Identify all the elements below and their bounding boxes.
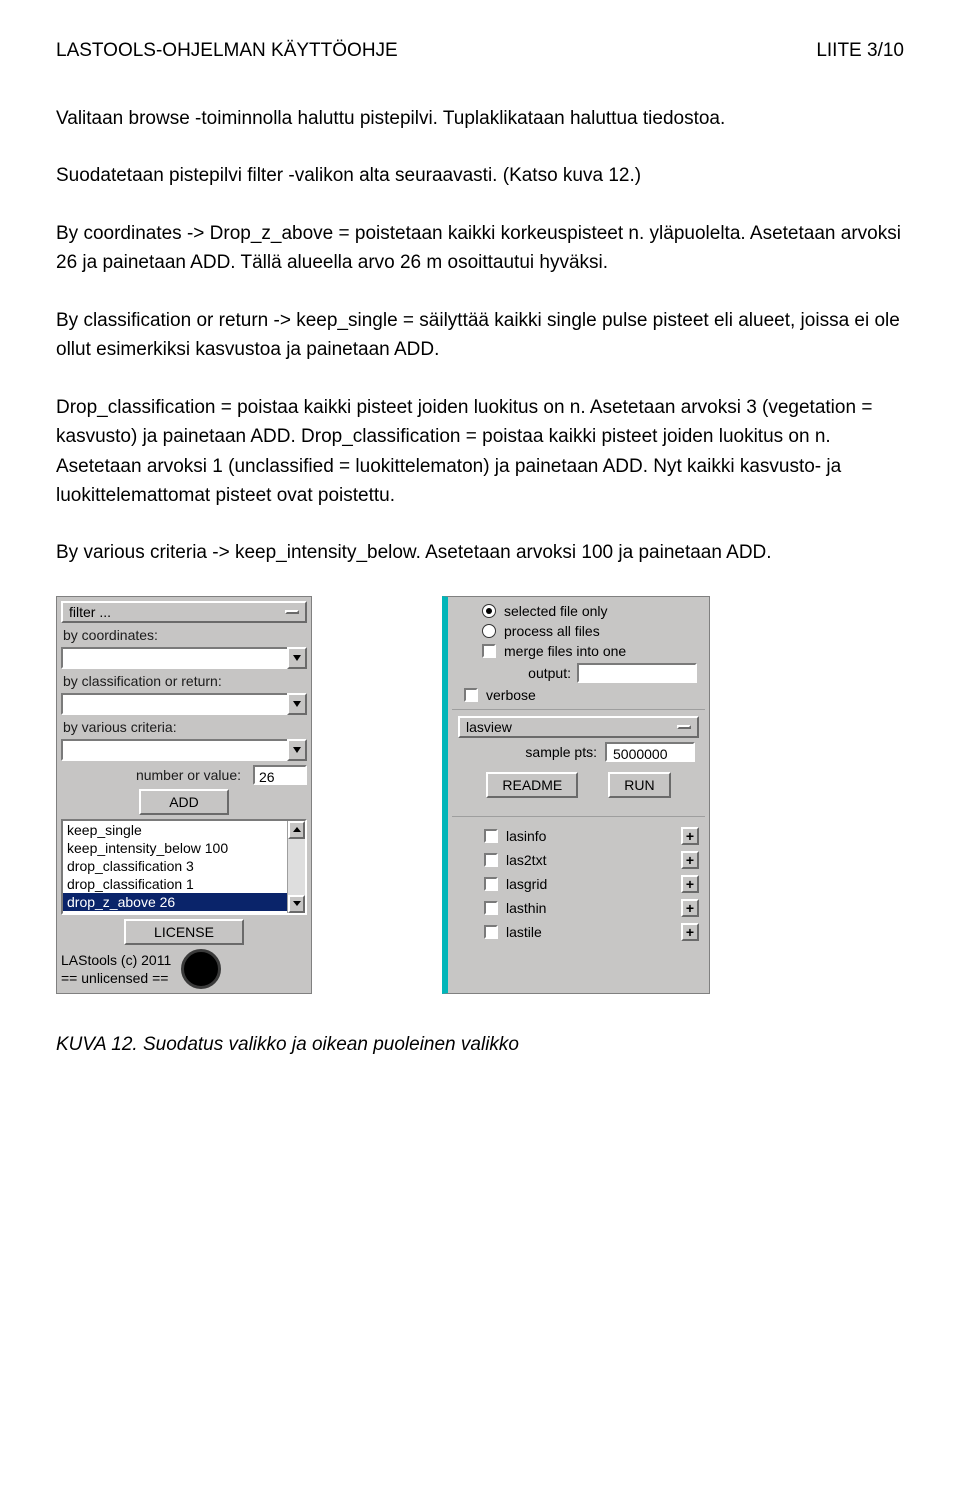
divider — [452, 709, 705, 710]
radio-process-all-label: process all files — [504, 623, 600, 639]
check-verbose[interactable]: verbose — [452, 687, 705, 703]
by-coordinates-label: by coordinates: — [61, 627, 307, 643]
tool-item-las2txt[interactable]: las2txt + — [484, 851, 699, 869]
tool-item-lasgrid[interactable]: lasgrid + — [484, 875, 699, 893]
checkbox-icon — [484, 853, 498, 867]
license-line-1: LAStools (c) 2011 — [61, 951, 171, 969]
list-item[interactable]: keep_single — [63, 821, 287, 839]
check-verbose-label: verbose — [486, 687, 536, 703]
checkbox-icon — [484, 901, 498, 915]
chevron-down-icon — [287, 739, 307, 761]
filter-listbox[interactable]: keep_single keep_intensity_below 100 dro… — [61, 819, 307, 915]
list-item[interactable]: drop_classification 3 — [63, 857, 287, 875]
number-or-value-label: number or value: — [61, 767, 247, 783]
output-input[interactable] — [577, 663, 697, 683]
radio-icon — [482, 604, 496, 618]
tool-header-label: lasview — [466, 719, 512, 735]
divider — [452, 816, 705, 817]
filter-header-label: filter ... — [69, 604, 111, 620]
tool-item-label: lastile — [506, 924, 673, 940]
by-coordinates-dropdown[interactable] — [61, 647, 307, 669]
tool-item-lasthin[interactable]: lasthin + — [484, 899, 699, 917]
check-merge-label: merge files into one — [504, 643, 626, 659]
bmw-logo-icon — [181, 949, 221, 989]
list-item-selected[interactable]: drop_z_above 26 — [63, 893, 287, 911]
paragraph-5: Drop_classification = poistaa kaikki pis… — [56, 393, 904, 511]
run-button[interactable]: RUN — [608, 772, 670, 798]
paragraph-1: Valitaan browse -toiminnolla haluttu pis… — [56, 104, 904, 133]
tool-list: lasinfo + las2txt + lasgrid + lasthin + — [452, 823, 705, 941]
output-label: output: — [528, 665, 571, 681]
license-info: LAStools (c) 2011 == unlicensed == — [61, 949, 307, 989]
scroll-down-icon[interactable] — [288, 895, 305, 913]
by-various-label: by various criteria: — [61, 719, 307, 735]
list-item[interactable]: keep_intensity_below 100 — [63, 839, 287, 857]
by-classification-value — [61, 693, 287, 715]
radio-icon — [482, 624, 496, 638]
collapse-icon — [677, 725, 691, 729]
add-button[interactable]: ADD — [139, 789, 229, 815]
sample-pts-label: sample pts: — [525, 744, 597, 760]
plus-icon[interactable]: + — [681, 827, 699, 845]
scrollbar[interactable] — [287, 821, 305, 913]
license-button[interactable]: LICENSE — [124, 919, 244, 945]
checkbox-icon — [484, 829, 498, 843]
checkbox-icon — [484, 925, 498, 939]
tool-item-lasinfo[interactable]: lasinfo + — [484, 827, 699, 845]
collapse-icon — [285, 610, 299, 614]
tool-item-label: lasinfo — [506, 828, 673, 844]
list-item[interactable]: drop_classification 1 — [63, 875, 287, 893]
paragraph-6: By various criteria -> keep_intensity_be… — [56, 538, 904, 567]
checkbox-icon — [484, 877, 498, 891]
plus-icon[interactable]: + — [681, 923, 699, 941]
tool-item-label: lasgrid — [506, 876, 673, 892]
by-classification-label: by classification or return: — [61, 673, 307, 689]
checkbox-icon — [464, 688, 478, 702]
plus-icon[interactable]: + — [681, 851, 699, 869]
header-right: LIITE 3/10 — [816, 40, 904, 62]
radio-selected-file[interactable]: selected file only — [452, 603, 705, 619]
by-various-value — [61, 739, 287, 761]
plus-icon[interactable]: + — [681, 899, 699, 917]
chevron-down-icon — [287, 693, 307, 715]
number-input[interactable]: 26 — [253, 765, 307, 785]
run-panel: selected file only process all files mer… — [442, 596, 710, 994]
figure-caption: KUVA 12. Suodatus valikko ja oikean puol… — [56, 1034, 904, 1056]
radio-selected-file-label: selected file only — [504, 603, 608, 619]
paragraph-2: Suodatetaan pistepilvi filter -valikon a… — [56, 161, 904, 190]
by-coordinates-value — [61, 647, 287, 669]
header-left: LASTOOLS-OHJELMAN KÄYTTÖOHJE — [56, 40, 398, 62]
check-merge[interactable]: merge files into one — [452, 643, 705, 659]
paragraph-4: By classification or return -> keep_sing… — [56, 306, 904, 365]
tool-header-button[interactable]: lasview — [458, 716, 699, 738]
tool-item-label: lasthin — [506, 900, 673, 916]
tool-item-lastile[interactable]: lastile + — [484, 923, 699, 941]
by-classification-dropdown[interactable] — [61, 693, 307, 715]
by-various-dropdown[interactable] — [61, 739, 307, 761]
license-line-2: == unlicensed == — [61, 969, 171, 987]
plus-icon[interactable]: + — [681, 875, 699, 893]
scroll-up-icon[interactable] — [288, 821, 305, 839]
filter-header-button[interactable]: filter ... — [61, 601, 307, 623]
paragraph-3: By coordinates -> Drop_z_above = poistet… — [56, 219, 904, 278]
checkbox-icon — [482, 644, 496, 658]
filter-panel: filter ... by coordinates: by classifica… — [56, 596, 312, 994]
sample-pts-input[interactable]: 5000000 — [605, 742, 695, 762]
tool-item-label: las2txt — [506, 852, 673, 868]
chevron-down-icon — [287, 647, 307, 669]
radio-process-all[interactable]: process all files — [452, 623, 705, 639]
readme-button[interactable]: README — [486, 772, 578, 798]
